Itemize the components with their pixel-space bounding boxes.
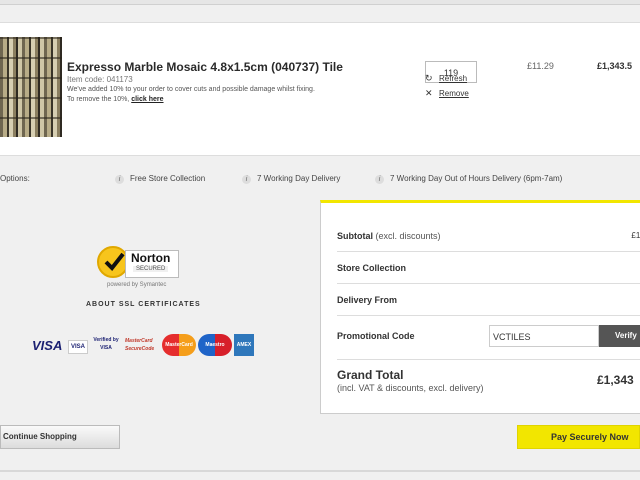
options-label: Options: xyxy=(0,174,30,183)
option-free-store-collection[interactable]: i Free Store Collection xyxy=(115,174,205,184)
refresh-action[interactable]: ↻ Refresh xyxy=(425,73,467,84)
subtotal-label: Subtotal xyxy=(337,231,373,241)
wastage-note-text-2: To remove the 10%, xyxy=(67,96,130,103)
grand-total-label: Grand Total xyxy=(337,368,404,382)
mastercard-logo: MasterCard xyxy=(162,334,196,356)
option-label: 7 Working Day Delivery xyxy=(257,174,341,183)
bottom-divider xyxy=(0,470,640,472)
info-icon[interactable]: i xyxy=(242,175,251,184)
subtotal-value: £1,3 xyxy=(631,231,640,240)
verified-by-visa-logo: Verified by VISA xyxy=(93,337,119,351)
top-divider xyxy=(0,0,640,5)
subtotal-sub: (excl. discounts) xyxy=(375,231,441,241)
visa-debit-logo: VISA xyxy=(68,340,88,354)
wastage-note-text: We've added 10% to your order to cover c… xyxy=(67,86,315,93)
promo-code-input[interactable]: VCTILES xyxy=(489,325,599,347)
continue-shopping-button[interactable]: Continue Shopping xyxy=(0,425,120,449)
line-total: £1,343.5 xyxy=(597,61,633,71)
option-label: 7 Working Day Out of Hours Delivery (6pm… xyxy=(390,174,563,183)
unit-price: £11.29 xyxy=(527,61,554,71)
pay-securely-button[interactable]: Pay Securely Now xyxy=(517,425,640,449)
verify-button[interactable]: Verify xyxy=(599,325,640,347)
basket-item-row: Expresso Marble Mosaic 4.8x1.5cm (040737… xyxy=(0,22,640,156)
subtotal-row: Subtotal (excl. discounts) xyxy=(337,231,441,241)
store-collection-label: Store Collection xyxy=(337,263,407,273)
refresh-link[interactable]: Refresh xyxy=(439,74,467,83)
maestro-logo: Maestro xyxy=(198,334,232,356)
ssl-certificates-link[interactable]: ABOUT SSL CERTIFICATES xyxy=(86,301,201,308)
divider xyxy=(337,251,640,252)
norton-secured-text: SECURED xyxy=(133,266,169,272)
info-icon[interactable]: i xyxy=(115,175,124,184)
product-code: Item code: 041173 xyxy=(67,75,133,84)
divider xyxy=(337,359,640,360)
option-7-day-delivery[interactable]: i 7 Working Day Delivery xyxy=(242,174,340,184)
divider xyxy=(337,283,640,284)
info-icon[interactable]: i xyxy=(375,175,384,184)
option-label: Free Store Collection xyxy=(130,174,206,183)
order-summary: Subtotal (excl. discounts) £1,3 Store Co… xyxy=(320,200,640,414)
visa-logo: VISA xyxy=(32,338,63,353)
norton-secured-badge[interactable]: Norton SECURED powered by Symantec xyxy=(95,244,183,294)
option-out-of-hours-delivery[interactable]: i 7 Working Day Out of Hours Delivery (6p… xyxy=(375,174,562,184)
amex-logo: AMEX xyxy=(234,334,254,356)
wastage-note: We've added 10% to your order to cover c… xyxy=(67,85,367,105)
norton-name: Norton xyxy=(131,251,171,265)
refresh-icon: ↻ xyxy=(425,73,433,83)
delivery-from-label: Delivery From xyxy=(337,295,398,305)
norton-powered-text: powered by Symantec xyxy=(107,282,167,288)
grand-total-value: £1,343 xyxy=(597,373,634,387)
remove-wastage-link[interactable]: click here xyxy=(131,96,163,103)
mastercard-securecode-logo: MasterCard SecureCode xyxy=(125,338,155,352)
close-icon: ✕ xyxy=(425,88,433,98)
promo-code-label: Promotional Code xyxy=(337,331,415,341)
grand-total-sub: (incl. VAT & discounts, excl. delivery) xyxy=(337,383,484,393)
product-title[interactable]: Expresso Marble Mosaic 4.8x1.5cm (040737… xyxy=(67,60,343,74)
divider xyxy=(337,315,640,316)
product-thumbnail[interactable] xyxy=(0,37,62,137)
remove-action[interactable]: ✕ Remove xyxy=(425,88,469,99)
remove-link[interactable]: Remove xyxy=(439,89,469,98)
